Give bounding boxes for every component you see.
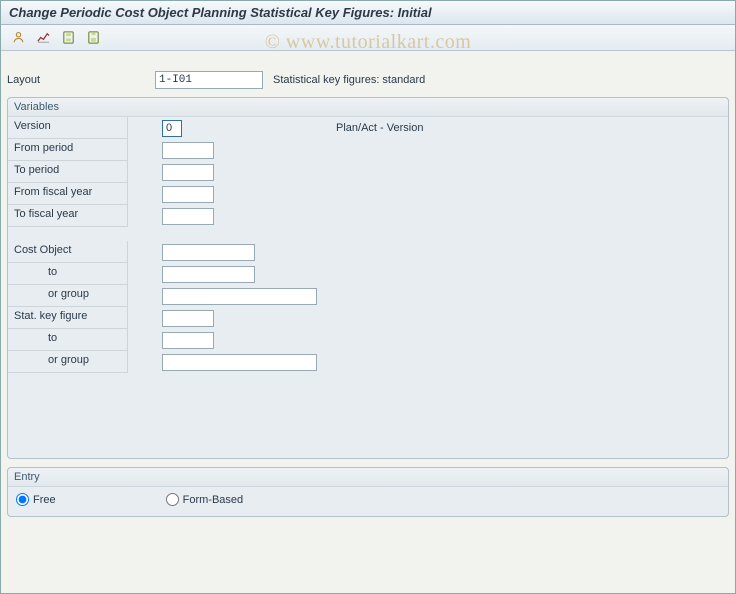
entry-form-radio[interactable] [166,493,179,506]
layout-input[interactable] [155,71,263,89]
version-label: Version [8,117,128,139]
sap-window: Change Periodic Cost Object Planning Sta… [0,0,736,594]
layout-row: Layout Statistical key figures: standard [1,67,735,97]
skf-group-input[interactable] [162,354,317,371]
entry-form-option[interactable]: Form-Based [166,493,244,506]
from-period-label: From period [8,139,128,161]
version-input[interactable] [162,120,182,137]
to-period-input[interactable] [162,164,214,181]
skf-label: Stat. key figure [8,307,128,329]
cost-object-group-label: or group [8,285,128,307]
from-fy-label: From fiscal year [8,183,128,205]
to-period-label: To period [8,161,128,183]
entry-free-option[interactable]: Free [16,493,56,506]
cost-object-label: Cost Object [8,241,128,263]
spacer [1,51,735,67]
from-period-input[interactable] [162,142,214,159]
cost-object-to-input[interactable] [162,266,255,283]
layout-desc: Statistical key figures: standard [273,74,425,86]
user-overview-icon[interactable] [7,28,29,48]
skf-group-label: or group [8,351,128,373]
entry-group: Entry Free Form-Based [7,467,729,517]
variables-group: Variables Version Plan/Act - Version Fro… [7,97,729,459]
cost-object-to-label: to [8,263,128,285]
entry-free-radio[interactable] [16,493,29,506]
skf-input[interactable] [162,310,214,327]
overview-chart-icon[interactable] [32,28,54,48]
layout-label: Layout [7,74,155,86]
to-fy-input[interactable] [162,208,214,225]
save-data-icon[interactable] [57,28,79,48]
skf-to-input[interactable] [162,332,214,349]
from-fy-input[interactable] [162,186,214,203]
save-icon[interactable] [82,28,104,48]
cost-object-group-input[interactable] [162,288,317,305]
skf-to-label: to [8,329,128,351]
entry-title: Entry [8,468,728,487]
entry-form-label: Form-Based [183,494,244,506]
toolbar [1,25,735,51]
version-desc: Plan/Act - Version [336,122,423,134]
page-title: Change Periodic Cost Object Planning Sta… [1,1,735,25]
entry-free-label: Free [33,494,56,506]
variables-title: Variables [8,98,728,117]
to-fy-label: To fiscal year [8,205,128,227]
cost-object-input[interactable] [162,244,255,261]
